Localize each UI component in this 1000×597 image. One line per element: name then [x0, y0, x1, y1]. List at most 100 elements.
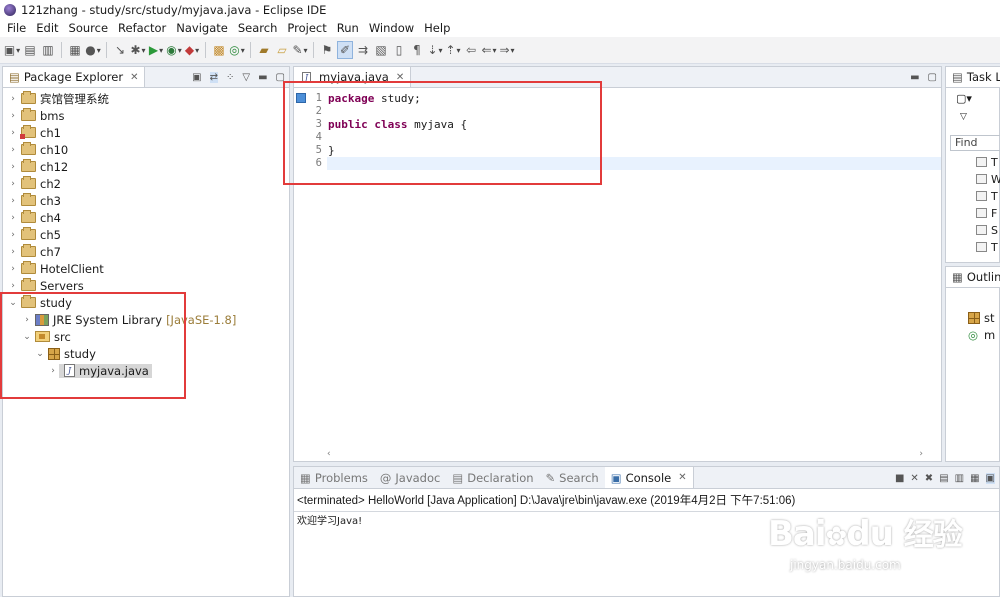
open-folder-icon[interactable]: ▱ [274, 41, 290, 59]
search-icon[interactable]: ✎ [292, 41, 308, 59]
tab-search[interactable]: ✎ Search [540, 467, 605, 488]
skip-breakpoints-icon[interactable]: ↘ [112, 41, 128, 59]
tree-project-item[interactable]: › ch4 [3, 209, 289, 226]
new-class-icon[interactable]: ◎ [229, 41, 245, 59]
chevron-right-icon[interactable]: › [7, 128, 19, 138]
list-item[interactable]: T [976, 240, 998, 254]
debug-icon[interactable]: ✱ [130, 41, 146, 59]
remove-launch-icon[interactable]: ✕ [910, 473, 918, 484]
menu-help[interactable]: Help [419, 19, 455, 37]
tree-project-item[interactable]: › ch10 [3, 141, 289, 158]
link-editor-icon[interactable]: ⇄ [209, 72, 218, 83]
outline-class-item[interactable]: ◎ m [968, 326, 995, 343]
chevron-right-icon[interactable]: › [7, 94, 19, 104]
chevron-right-icon[interactable]: › [7, 281, 19, 291]
tree-project-item[interactable]: › ch2 [3, 175, 289, 192]
chevron-right-icon[interactable]: › [7, 264, 19, 274]
collapse-all-icon[interactable]: ▣ [192, 72, 201, 83]
list-item[interactable]: T [976, 155, 998, 169]
block-selection-icon[interactable]: ▧ [373, 41, 389, 59]
chevron-right-icon[interactable]: › [7, 145, 19, 155]
pilcrow-icon[interactable]: ¶ [409, 41, 425, 59]
maximize-icon[interactable]: ▢ [928, 72, 937, 83]
horizontal-scrollbar[interactable]: ‹ › [327, 449, 923, 459]
menu-window[interactable]: Window [364, 19, 419, 37]
minimize-icon[interactable]: ▬ [910, 72, 919, 83]
tab-problems[interactable]: ▦ Problems [294, 467, 374, 488]
save-all-icon[interactable]: ▥ [40, 41, 56, 59]
save-icon[interactable]: ▤ [22, 41, 38, 59]
list-item[interactable]: F [976, 206, 997, 220]
tree-project-item[interactable]: › 宾馆管理系统 [3, 90, 289, 107]
new-icon[interactable]: ▣ [4, 41, 20, 59]
user-icon[interactable]: ● [85, 41, 101, 59]
chevron-right-icon[interactable]: › [7, 213, 19, 223]
chevron-right-icon[interactable]: › [7, 196, 19, 206]
tab-declaration[interactable]: ▤ Declaration [446, 467, 539, 488]
new-java-project-icon[interactable]: ▩ [211, 41, 227, 59]
next-annotation-icon[interactable]: ⇣ [427, 41, 443, 59]
menu-refactor[interactable]: Refactor [113, 19, 171, 37]
chevron-right-icon[interactable]: › [7, 247, 19, 257]
close-icon[interactable]: ✕ [130, 72, 138, 83]
close-icon[interactable]: ✕ [678, 472, 686, 483]
tree-project-item[interactable]: › ch3 [3, 192, 289, 209]
remove-all-icon[interactable]: ✖ [925, 473, 933, 484]
menu-navigate[interactable]: Navigate [171, 19, 233, 37]
filter-icon[interactable]: ⁘ [226, 72, 234, 83]
menu-file[interactable]: File [2, 19, 31, 37]
list-item[interactable]: W [976, 172, 1000, 186]
last-edit-icon[interactable]: ⇦ [463, 41, 479, 59]
terminate-icon[interactable]: ■ [895, 473, 904, 484]
display-console-icon[interactable]: ▣ [985, 472, 995, 484]
highlight-icon[interactable]: ✐ [337, 41, 353, 59]
menu-project[interactable]: Project [282, 19, 331, 37]
list-item[interactable]: T [976, 189, 998, 203]
menu-search[interactable]: Search [233, 19, 283, 37]
outline-package-item[interactable]: st [966, 309, 995, 326]
menu-run[interactable]: Run [332, 19, 364, 37]
tree-project-item[interactable]: › ch1 [3, 124, 289, 141]
menu-source[interactable]: Source [64, 19, 114, 37]
clear-console-icon[interactable]: ▤ [939, 473, 948, 484]
tab-console[interactable]: ▣ Console ✕ [604, 467, 694, 488]
tree-project-item[interactable]: › HotelClient [3, 260, 289, 277]
scroll-right-icon[interactable]: › [919, 449, 923, 459]
project-error-icon [20, 125, 36, 139]
window-title: 121zhang - study/src/study/myjava.java -… [21, 2, 327, 17]
open-type-icon[interactable]: ▰ [256, 41, 272, 59]
show-whitespace-icon[interactable]: ▯ [391, 41, 407, 59]
run-icon[interactable]: ▶ [148, 41, 164, 59]
forward-icon[interactable]: ⇒ [499, 41, 515, 59]
scroll-left-icon[interactable]: ‹ [327, 449, 331, 459]
project-icon [21, 91, 36, 104]
prev-annotation-icon[interactable]: ⇡ [445, 41, 461, 59]
tree-project-item[interactable]: › ch5 [3, 226, 289, 243]
binary-icon[interactable]: ▦ [67, 41, 83, 59]
toggle-mark-icon[interactable]: ⚑ [319, 41, 335, 59]
view-menu-icon[interactable]: ▽ [960, 112, 967, 122]
tree-project-item[interactable]: › ch7 [3, 243, 289, 260]
new-task-icon[interactable]: ▢▾ [956, 92, 972, 105]
tab-package-explorer[interactable]: ▤ Package Explorer ✕ [3, 67, 146, 87]
tab-outline[interactable]: ▦ Outline [946, 267, 1000, 287]
chevron-right-icon[interactable]: › [7, 111, 19, 121]
external-tools-icon[interactable]: ◆ [184, 41, 200, 59]
view-menu-icon[interactable]: ▽ [242, 72, 250, 83]
coverage-icon[interactable]: ◉ [166, 41, 182, 59]
menu-edit[interactable]: Edit [31, 19, 63, 37]
tab-task-list[interactable]: ▤ Task Li [946, 67, 1000, 87]
chevron-right-icon[interactable]: › [7, 162, 19, 172]
chevron-right-icon[interactable]: › [7, 179, 19, 189]
back-icon[interactable]: ⇐ [481, 41, 497, 59]
list-item[interactable]: S [976, 223, 998, 237]
find-input[interactable]: Find [950, 135, 1000, 151]
minimize-icon[interactable]: ▬ [258, 72, 267, 83]
scroll-lock-icon[interactable]: ▥ [955, 473, 964, 484]
tab-javadoc[interactable]: @ Javadoc [374, 467, 446, 488]
breadcrumb-icon[interactable]: ⇉ [355, 41, 371, 59]
pin-console-icon[interactable]: ▦ [970, 473, 979, 484]
tree-project-item[interactable]: › ch12 [3, 158, 289, 175]
chevron-right-icon[interactable]: › [7, 230, 19, 240]
tree-project-item[interactable]: › bms [3, 107, 289, 124]
